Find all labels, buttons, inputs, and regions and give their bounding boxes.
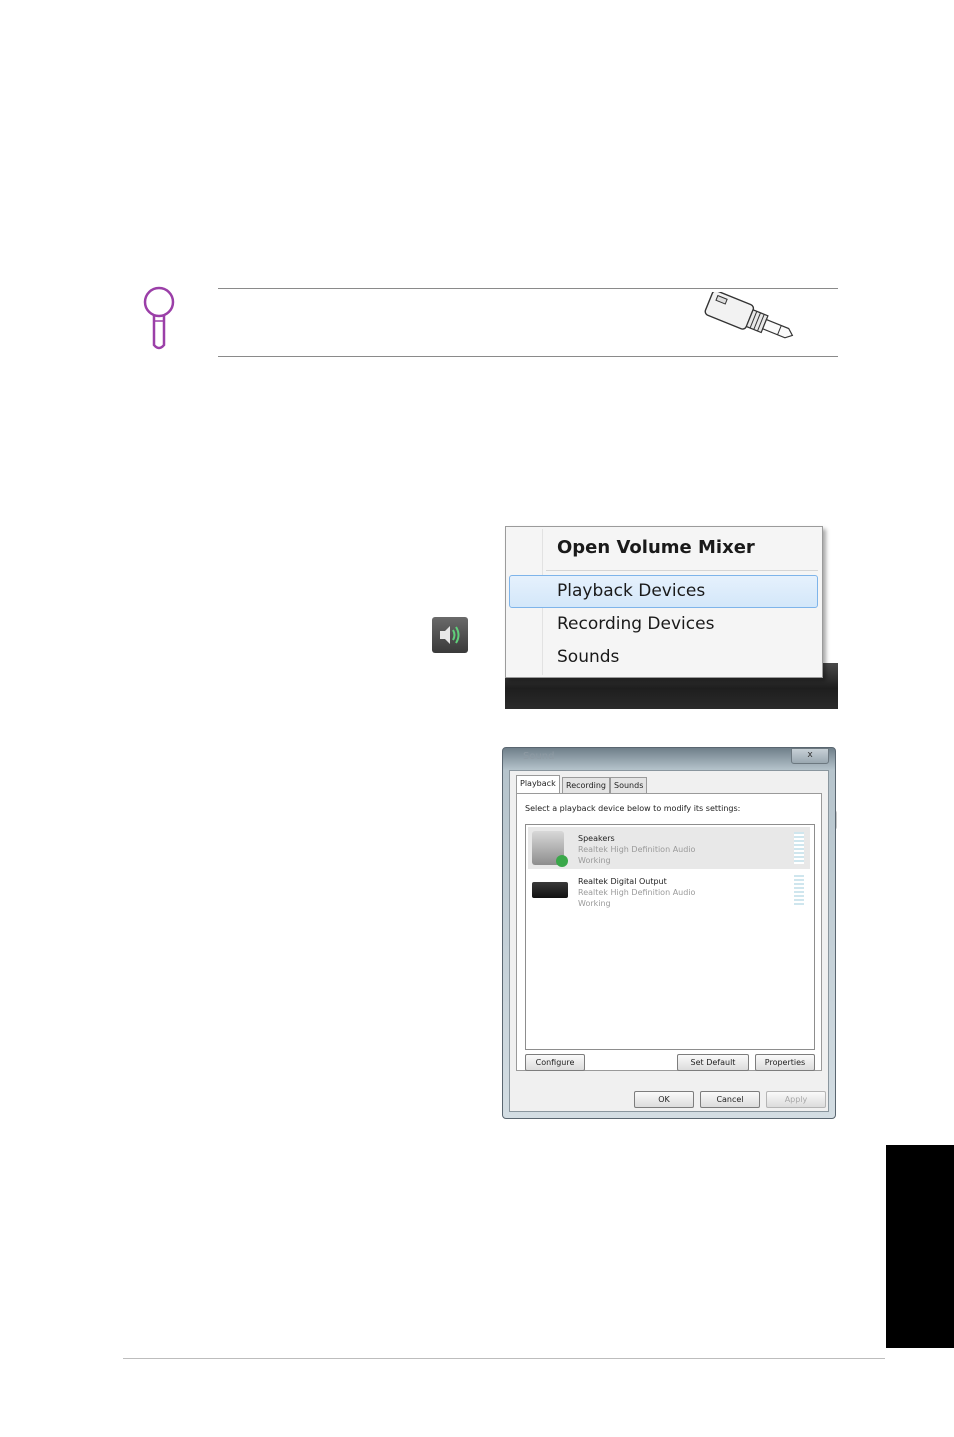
tab-playback[interactable]: Playback <box>516 775 560 794</box>
dialog-title: Sound <box>523 751 555 762</box>
speakers-icon <box>532 831 568 867</box>
device-driver: Realtek High Definition Audio <box>578 845 696 854</box>
device-name: Speakers <box>578 834 615 843</box>
level-meter <box>794 875 804 907</box>
chapter-side-tab <box>886 1145 954 1348</box>
audio-jack-icon <box>696 290 806 354</box>
set-default-button[interactable]: Set Default <box>677 1054 749 1071</box>
menu-item-sounds[interactable]: Sounds <box>557 647 619 667</box>
device-row-speakers[interactable]: Speakers Realtek High Definition Audio W… <box>528 827 810 869</box>
note-top-rule <box>218 288 838 289</box>
magnifier-note-icon <box>143 286 175 350</box>
note-icon <box>140 285 180 353</box>
level-meter <box>794 832 804 864</box>
footer-rule <box>123 1358 885 1359</box>
dialog-body: Playback Recording Sounds Select a playb… <box>509 770 829 1112</box>
sound-dialog: Sound x Playback Recording Sounds Select… <box>502 747 836 1119</box>
apply-button[interactable]: Apply <box>766 1091 826 1108</box>
default-check-icon <box>556 855 568 867</box>
tab-sounds[interactable]: Sounds <box>610 777 648 793</box>
device-row-digital-output[interactable]: Realtek Digital Output Realtek High Defi… <box>528 870 810 912</box>
menu-item-playback-devices[interactable]: Playback Devices <box>557 581 705 601</box>
playback-panel: Select a playback device below to modify… <box>516 793 822 1071</box>
instruction-text: Select a playback device below to modify… <box>525 804 741 813</box>
device-status: Working <box>578 856 611 865</box>
device-status: Working <box>578 899 611 908</box>
device-name: Realtek Digital Output <box>578 877 667 886</box>
digital-output-icon <box>532 882 568 898</box>
device-driver: Realtek High Definition Audio <box>578 888 696 897</box>
ok-button[interactable]: OK <box>634 1091 694 1108</box>
menu-separator <box>546 570 818 571</box>
menu-item-open-volume-mixer[interactable]: Open Volume Mixer <box>557 537 755 558</box>
note-bottom-rule <box>218 356 838 357</box>
properties-button[interactable]: Properties <box>755 1054 815 1071</box>
tab-recording[interactable]: Recording <box>562 777 611 793</box>
cancel-button[interactable]: Cancel <box>700 1091 760 1108</box>
device-list: Speakers Realtek High Definition Audio W… <box>525 824 815 1050</box>
context-menu: Open Volume Mixer Playback Devices Recor… <box>505 526 823 678</box>
menu-item-recording-devices[interactable]: Recording Devices <box>557 614 714 634</box>
close-button[interactable]: x <box>791 748 829 764</box>
volume-context-menu-screenshot: Open Volume Mixer Playback Devices Recor… <box>505 526 838 832</box>
speaker-volume-icon <box>432 617 468 653</box>
configure-button[interactable]: Configure <box>525 1054 585 1071</box>
